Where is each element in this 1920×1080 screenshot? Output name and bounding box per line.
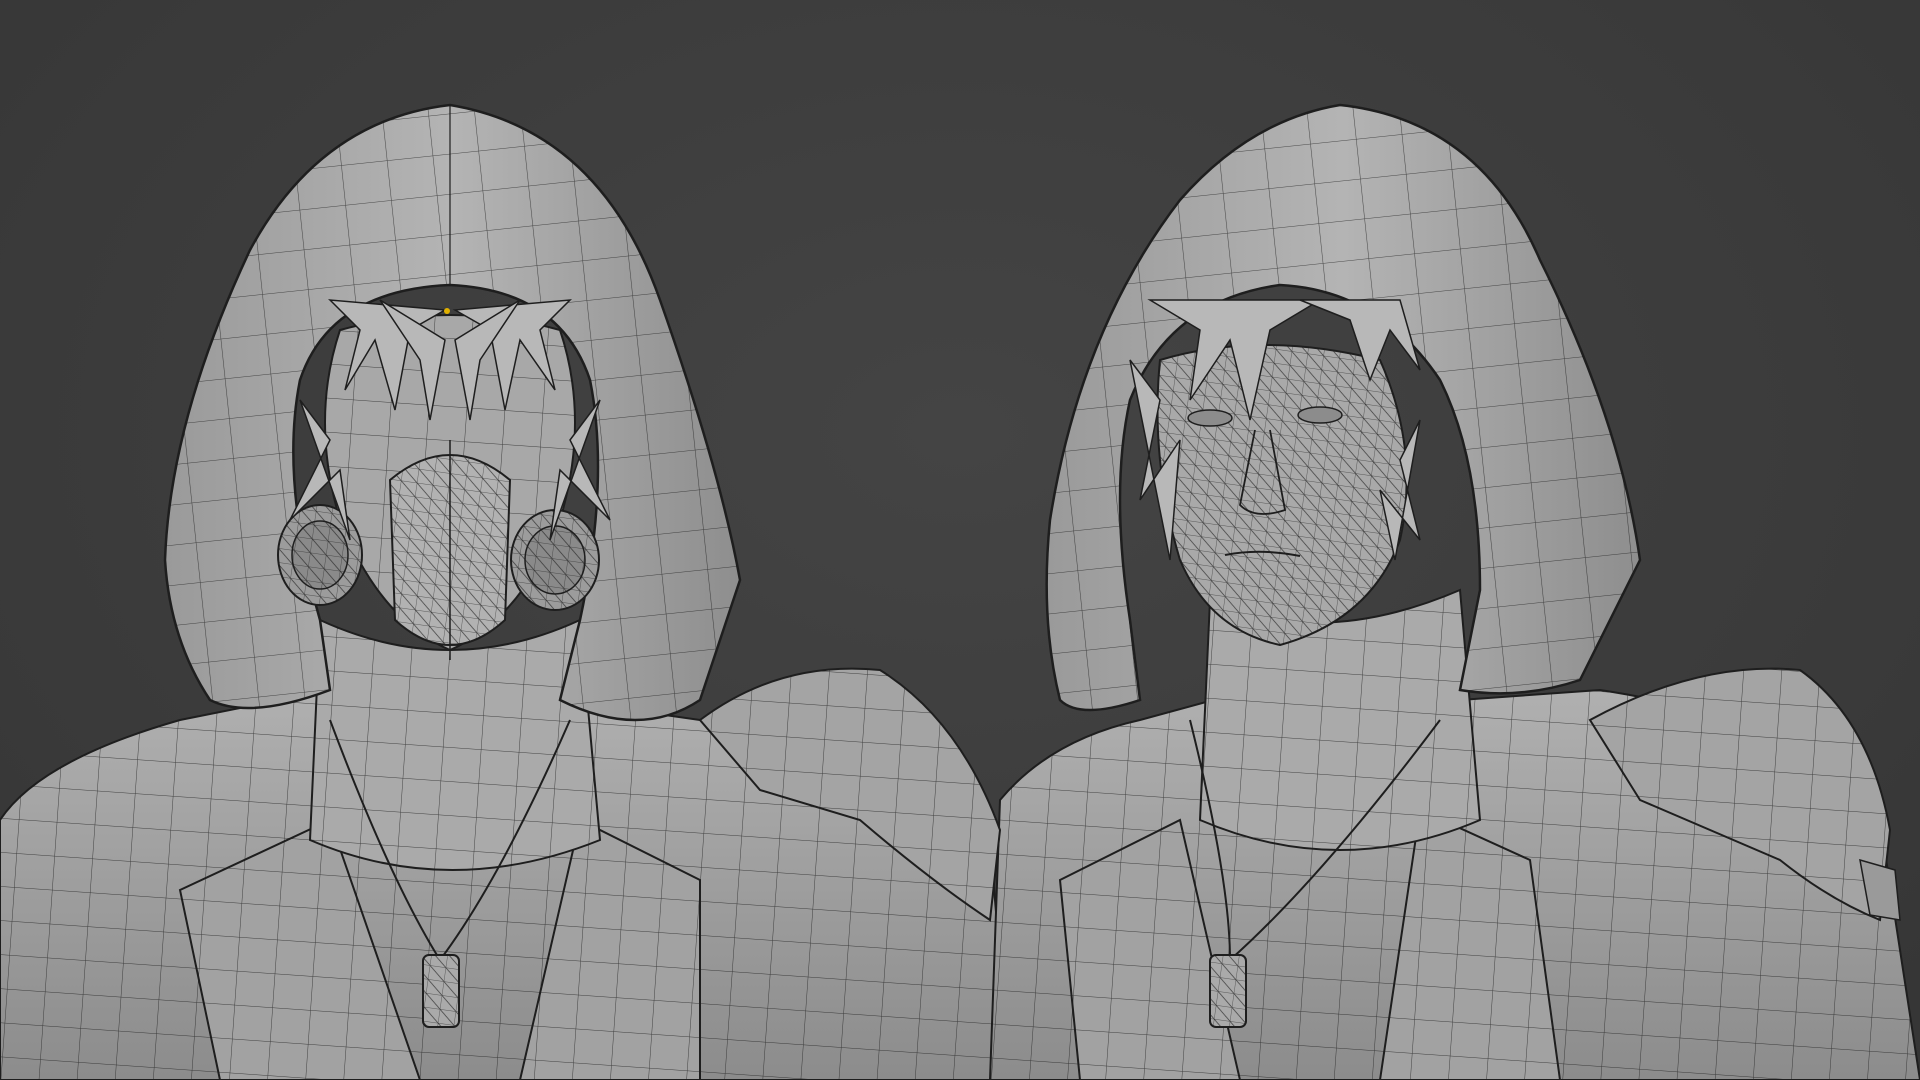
- scene-render: [0, 103, 1920, 1080]
- eye-left: [1187, 409, 1233, 427]
- mask-left-figure: [324, 314, 576, 660]
- 3d-viewport[interactable]: [0, 0, 1920, 1080]
- eye-right: [1297, 406, 1343, 424]
- collar-left-figure: [308, 618, 602, 871]
- masked-figure: [0, 103, 1012, 1080]
- object-origin-dot[interactable]: [444, 308, 450, 314]
